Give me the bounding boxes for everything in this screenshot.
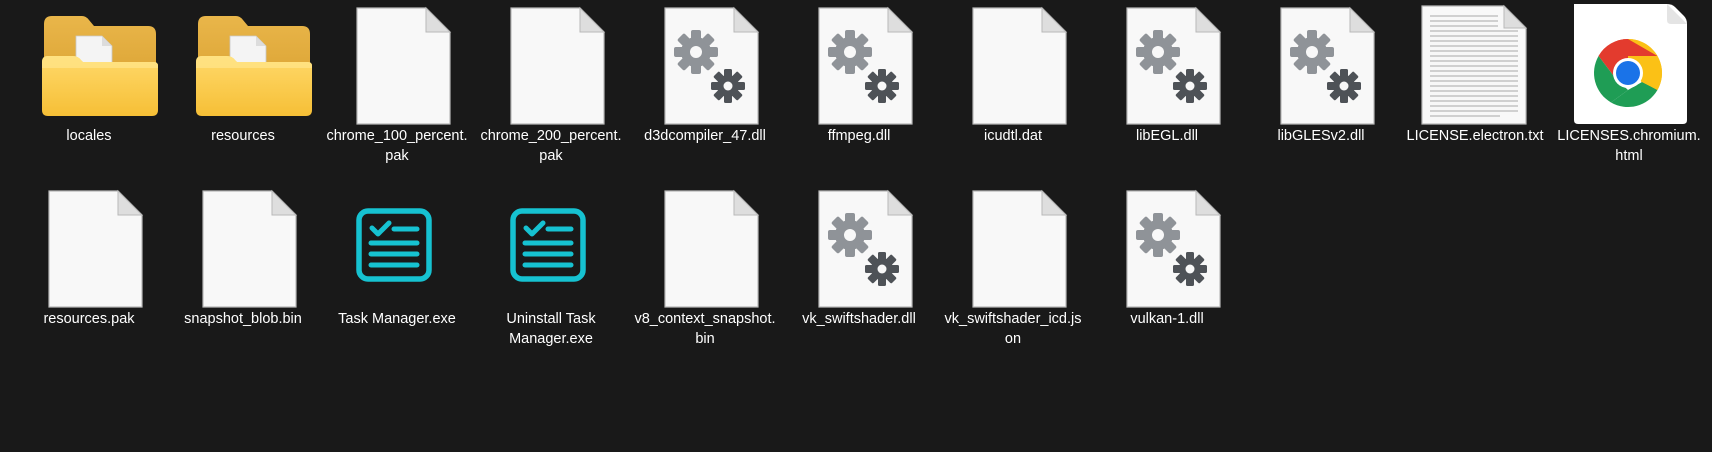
file-name: icudtl.dat <box>983 128 1043 144</box>
file-name: snapshot_blob.bin <box>184 311 302 327</box>
file-item-chrome-200-percent-pak[interactable]: chrome_200_percent.pak <box>476 0 626 176</box>
file-name: vk_swiftshader.dll <box>802 311 916 327</box>
file-item-ffmpeg-dll[interactable]: ffmpeg.dll <box>784 0 934 176</box>
file-name: resources <box>211 128 275 144</box>
dll-gear-file-icon <box>1092 0 1242 126</box>
dll-gear-file-icon <box>1092 183 1242 309</box>
file-item-resources-pak[interactable]: resources.pak <box>14 183 164 359</box>
file-name: chrome_200_percent.pak <box>480 128 622 164</box>
task-manager-app-icon <box>322 183 472 309</box>
file-item-snapshot-blob-bin[interactable]: snapshot_blob.bin <box>168 183 318 359</box>
file-item-d3dcompiler-47-dll[interactable]: d3dcompiler_47.dll <box>630 0 780 176</box>
dll-gear-file-icon <box>784 0 934 126</box>
file-item-licenses-chromium-html[interactable]: LICENSES.chromium.html <box>1554 0 1704 176</box>
blank-file-icon <box>322 0 472 126</box>
file-item-resources[interactable]: resources <box>168 0 318 176</box>
file-name: libEGL.dll <box>1135 128 1199 144</box>
file-list-view: locales resources chrome_100_percent.pak… <box>0 0 1712 452</box>
file-name: libGLESv2.dll <box>1277 128 1365 144</box>
file-name: LICENSE.electron.txt <box>1406 128 1544 144</box>
task-manager-app-icon <box>476 183 626 309</box>
dll-gear-file-icon <box>784 183 934 309</box>
dll-gear-file-icon <box>1246 0 1396 126</box>
chrome-html-file-icon <box>1554 0 1704 126</box>
dll-gear-file-icon <box>630 0 780 126</box>
file-item-icudtl-dat[interactable]: icudtl.dat <box>938 0 1088 176</box>
file-name: v8_context_snapshot.bin <box>634 311 776 347</box>
file-name: Uninstall Task Manager.exe <box>506 311 596 347</box>
file-item-chrome-100-percent-pak[interactable]: chrome_100_percent.pak <box>322 0 472 176</box>
file-name: ffmpeg.dll <box>827 128 891 144</box>
blank-file-icon <box>476 0 626 126</box>
file-name: d3dcompiler_47.dll <box>644 128 766 144</box>
file-name: resources.pak <box>43 311 135 327</box>
file-name: locales <box>66 128 112 144</box>
blank-file-icon <box>938 183 1088 309</box>
file-name: LICENSES.chromium.html <box>1557 128 1701 164</box>
file-name: Task Manager.exe <box>338 311 456 327</box>
file-item-license-electron-txt[interactable]: LICENSE.electron.txt <box>1400 0 1550 176</box>
folder-icon <box>14 0 164 126</box>
file-item-locales[interactable]: locales <box>14 0 164 176</box>
file-item-task-manager-exe[interactable]: Task Manager.exe <box>322 183 472 359</box>
file-name: chrome_100_percent.pak <box>326 128 468 164</box>
file-item-libegl-dll[interactable]: libEGL.dll <box>1092 0 1242 176</box>
blank-file-icon <box>14 183 164 309</box>
folder-icon <box>168 0 318 126</box>
file-item-vulkan-1-dll[interactable]: vulkan-1.dll <box>1092 183 1242 359</box>
file-item-v8-context-snapshot-bin[interactable]: v8_context_snapshot.bin <box>630 183 780 359</box>
file-name: vk_swiftshader_icd.json <box>944 311 1082 347</box>
blank-file-icon <box>938 0 1088 126</box>
blank-file-icon <box>630 183 780 309</box>
file-item-uninstall-task-manager-exe[interactable]: Uninstall Task Manager.exe <box>476 183 626 359</box>
file-name: vulkan-1.dll <box>1130 311 1204 327</box>
file-item-vk-swiftshader-icd-json[interactable]: vk_swiftshader_icd.json <box>938 183 1088 359</box>
text-file-icon <box>1400 0 1550 126</box>
file-item-vk-swiftshader-dll[interactable]: vk_swiftshader.dll <box>784 183 934 359</box>
file-item-libglesv2-dll[interactable]: libGLESv2.dll <box>1246 0 1396 176</box>
blank-file-icon <box>168 183 318 309</box>
